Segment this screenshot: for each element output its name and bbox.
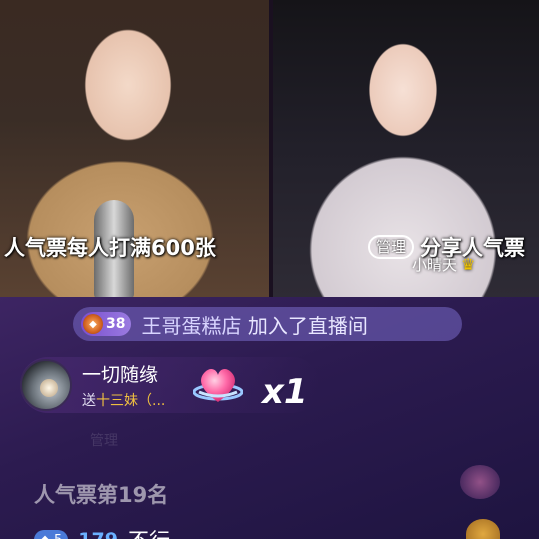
gift-sender[interactable]: 一切随缘	[82, 360, 165, 387]
join-notice: ◆ 38 王哥蛋糕店 加入了直播间	[73, 307, 462, 341]
level-number: 38	[106, 316, 126, 332]
chat-username[interactable]: 179	[78, 529, 118, 539]
host-name-label: 小晴天	[412, 256, 458, 274]
gift-bag-icon[interactable]	[466, 519, 500, 539]
gift-combo-count: x1	[262, 372, 308, 412]
crown-icon: ♛	[461, 255, 476, 274]
diamond-icon: ◆	[40, 533, 50, 539]
level-badge: ◆ 38	[81, 312, 132, 336]
chat-text: 不行	[128, 525, 170, 539]
heart-gift-icon	[193, 368, 243, 402]
join-action: 加入了直播间	[247, 313, 368, 338]
avatar[interactable]	[20, 359, 72, 411]
gift-deco-icon	[460, 465, 500, 499]
gift-send-prefix: 送	[82, 393, 96, 409]
rank-message: 人气票第19名	[34, 483, 169, 507]
user-level-badge: ◆ 5	[34, 530, 69, 539]
host-name[interactable]: 小晴天 ♛	[412, 254, 475, 275]
join-username[interactable]: 王哥蛋糕店	[141, 314, 241, 338]
left-caption: 人气票每人打满600张	[4, 236, 216, 260]
user-level-number: 5	[54, 533, 62, 539]
admin-badge: 管理	[368, 235, 415, 259]
join-text: 王哥蛋糕店 加入了直播间	[141, 310, 367, 339]
chat-area: ◆ 38 王哥蛋糕店 加入了直播间 一切随缘 送十三妹（... 管理 人气票第1…	[0, 297, 539, 539]
gift-target: 十三妹（...	[96, 393, 166, 409]
faded-admin-label: 管理	[90, 433, 118, 449]
gift-description: 送十三妹（...	[82, 390, 165, 410]
chat-message: ◆ 5 179 不行	[34, 525, 170, 539]
level-icon: ◆	[83, 314, 103, 334]
